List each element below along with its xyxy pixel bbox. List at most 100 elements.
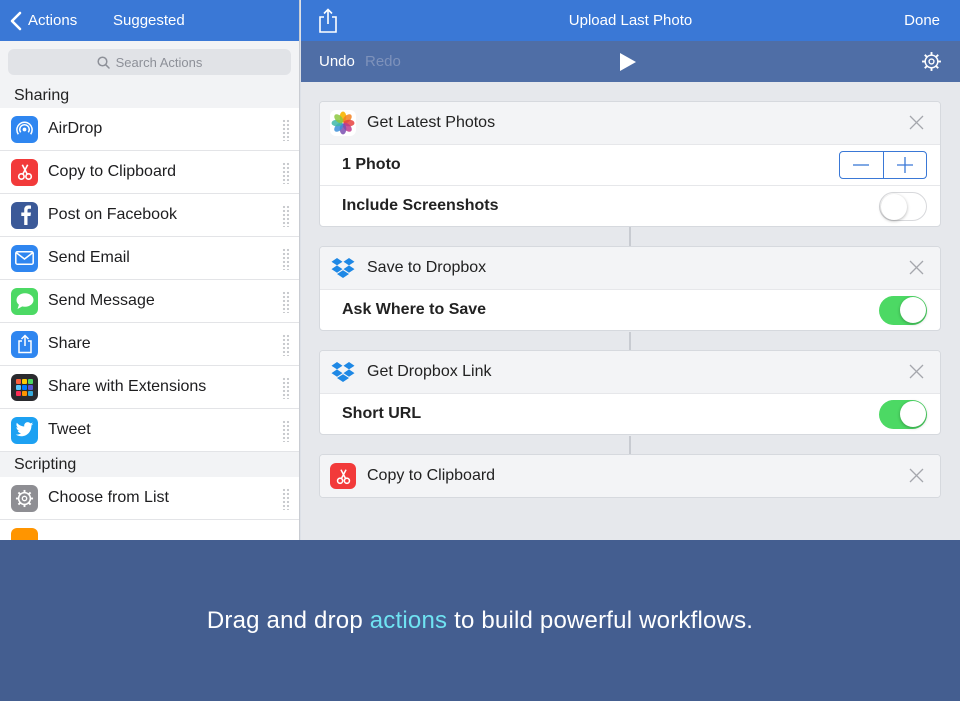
close-icon[interactable] bbox=[909, 468, 924, 483]
search-icon bbox=[97, 55, 110, 69]
drag-handle[interactable] bbox=[282, 488, 290, 510]
action-card-header[interactable]: Get Dropbox Link bbox=[320, 351, 940, 393]
mail-icon bbox=[11, 244, 38, 272]
dropbox-icon bbox=[330, 359, 356, 385]
action-item-post-on-facebook[interactable]: Post on Facebook bbox=[0, 194, 299, 237]
photos-icon bbox=[330, 110, 356, 136]
back-button-label: Actions bbox=[28, 12, 78, 29]
close-icon[interactable] bbox=[909, 115, 924, 130]
search-placeholder: Search Actions bbox=[115, 54, 203, 70]
flow-connector bbox=[629, 436, 631, 456]
twitter-icon bbox=[11, 416, 38, 444]
param-row-ask-where-to-save: Ask Where to Save bbox=[320, 289, 940, 330]
drag-handle[interactable] bbox=[282, 162, 290, 184]
facebook-icon bbox=[11, 201, 38, 229]
message-icon bbox=[11, 287, 38, 315]
undo-button[interactable]: Undo bbox=[319, 53, 355, 70]
increment-button[interactable] bbox=[884, 152, 927, 178]
action-card-save-to-dropbox[interactable]: Save to Dropbox Ask Where to Save bbox=[319, 246, 941, 331]
drag-handle[interactable] bbox=[282, 291, 290, 313]
search-actions-input[interactable]: Search Actions bbox=[8, 49, 291, 75]
param-label: Include Screenshots bbox=[342, 197, 499, 214]
action-card-header[interactable]: Save to Dropbox bbox=[320, 247, 940, 289]
flow-connector bbox=[629, 227, 631, 248]
action-item-partial[interactable] bbox=[0, 520, 299, 540]
editor-toolbar: Undo Redo bbox=[301, 41, 960, 82]
action-item-copy-to-clipboard[interactable]: Copy to Clipboard bbox=[0, 151, 299, 194]
action-card-get-latest-photos[interactable]: Get Latest Photos 1 Photo Include Screen… bbox=[319, 101, 941, 227]
toggle-knob bbox=[881, 194, 907, 220]
param-row-photo-count: 1 Photo bbox=[320, 144, 940, 185]
library-title: Suggested bbox=[113, 12, 185, 29]
toggle-knob bbox=[900, 401, 926, 427]
library-header: Actions Suggested bbox=[0, 0, 299, 41]
workflow-title: Upload Last Photo bbox=[568, 12, 693, 29]
param-label: Short URL bbox=[342, 405, 422, 422]
param-label: 1 Photo bbox=[342, 156, 401, 173]
decrement-button[interactable] bbox=[840, 152, 884, 178]
scissors-icon bbox=[330, 463, 356, 489]
caption-text-start: Drag and drop bbox=[206, 606, 370, 634]
action-card-get-dropbox-link[interactable]: Get Dropbox Link Short URL bbox=[319, 350, 941, 435]
share-icon bbox=[11, 330, 38, 358]
promo-caption: Drag and drop actions to build powerful … bbox=[207, 607, 753, 635]
caption-text-end: to build powerful workflows. bbox=[447, 606, 754, 634]
action-card-header[interactable]: Copy to Clipboard bbox=[320, 455, 940, 497]
action-item-choose-from-list[interactable]: Choose from List bbox=[0, 477, 299, 520]
action-item-send-email[interactable]: Send Email bbox=[0, 237, 299, 280]
drag-handle[interactable] bbox=[282, 119, 290, 141]
drag-handle[interactable] bbox=[282, 377, 290, 399]
action-item-label: Send Message bbox=[48, 292, 155, 309]
action-card-header[interactable]: Get Latest Photos bbox=[320, 102, 940, 144]
action-item-airdrop[interactable]: AirDrop bbox=[0, 108, 299, 151]
action-item-share-with-extensions[interactable]: Share with Extensions bbox=[0, 366, 299, 409]
extensions-icon bbox=[11, 373, 38, 401]
drag-handle[interactable] bbox=[282, 205, 290, 227]
back-button[interactable]: Actions bbox=[0, 11, 77, 31]
action-item-label: Send Email bbox=[48, 249, 130, 266]
action-card-title: Get Latest Photos bbox=[367, 114, 496, 131]
action-card-title: Copy to Clipboard bbox=[367, 467, 496, 484]
plus-icon bbox=[896, 157, 913, 173]
done-button[interactable]: Done bbox=[904, 12, 940, 29]
param-label: Ask Where to Save bbox=[342, 301, 487, 318]
redo-button[interactable]: Redo bbox=[365, 53, 401, 70]
photo-count-stepper[interactable] bbox=[839, 151, 927, 179]
close-icon[interactable] bbox=[909, 260, 924, 275]
section-header-sharing: Sharing bbox=[0, 83, 299, 108]
promo-banner: Drag and drop actions to build powerful … bbox=[0, 540, 960, 701]
airdrop-icon bbox=[11, 115, 38, 143]
action-item-label: Tweet bbox=[48, 421, 91, 438]
ask-where-to-save-toggle[interactable] bbox=[879, 296, 927, 325]
action-card-title: Get Dropbox Link bbox=[367, 363, 492, 380]
action-library-panel: Actions Suggested Search Actions Sharing… bbox=[0, 0, 300, 540]
action-card-title: Save to Dropbox bbox=[367, 259, 487, 276]
include-screenshots-toggle[interactable] bbox=[879, 192, 927, 221]
play-icon[interactable] bbox=[619, 52, 637, 72]
settings-gear-icon[interactable] bbox=[921, 51, 942, 72]
action-item-label: AirDrop bbox=[48, 120, 103, 137]
gear-icon bbox=[11, 484, 38, 512]
action-item-label: Share bbox=[48, 335, 91, 352]
action-item-tweet[interactable]: Tweet bbox=[0, 409, 299, 452]
short-url-toggle[interactable] bbox=[879, 400, 927, 429]
param-row-include-screenshots: Include Screenshots bbox=[320, 185, 940, 226]
drag-handle[interactable] bbox=[282, 420, 290, 442]
dropbox-icon bbox=[330, 255, 356, 281]
action-item-share[interactable]: Share bbox=[0, 323, 299, 366]
drag-handle[interactable] bbox=[282, 334, 290, 356]
chevron-left-icon bbox=[10, 11, 22, 30]
action-item-label: Share with Extensions bbox=[48, 378, 207, 395]
workflow-header: Upload Last Photo Done bbox=[301, 0, 960, 41]
action-item-label: Copy to Clipboard bbox=[48, 163, 177, 180]
drag-handle[interactable] bbox=[282, 248, 290, 270]
param-row-short-url: Short URL bbox=[320, 393, 940, 434]
script-icon bbox=[11, 527, 38, 540]
caption-highlight: actions bbox=[369, 606, 448, 634]
close-icon[interactable] bbox=[909, 364, 924, 379]
section-header-scripting: Scripting bbox=[0, 452, 299, 477]
action-item-send-message[interactable]: Send Message bbox=[0, 280, 299, 323]
scissors-icon bbox=[11, 158, 38, 186]
action-item-label: Post on Facebook bbox=[48, 206, 177, 223]
action-card-copy-to-clipboard[interactable]: Copy to Clipboard bbox=[319, 454, 941, 498]
